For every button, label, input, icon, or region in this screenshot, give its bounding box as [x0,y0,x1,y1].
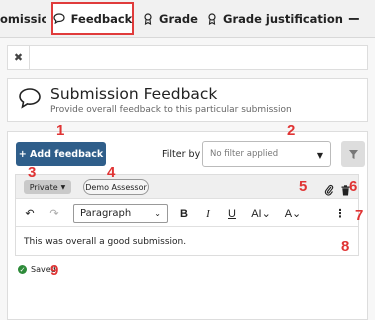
bold-button[interactable]: B [176,205,192,222]
filter-icon [348,149,358,159]
paperclip-icon[interactable] [324,181,334,200]
font-size-button[interactable]: AI⌄ [248,205,274,222]
chevron-down-icon: ▼ [60,183,66,191]
text-format-icon: A⌄ [284,208,302,220]
tab-bar: omission Feedback Grade Grade justificat… [0,0,375,38]
paragraph-style-value: Paragraph [80,208,132,219]
visibility-dropdown[interactable]: Private ▼ [24,180,71,194]
annotation-6: 6 [349,178,358,195]
italic-icon: I [206,207,210,220]
text-format-button[interactable]: A⌄ [280,205,306,222]
editor-toolbar: ↶ ↷ Paragraph ⌄ B I U AI⌄ A⌄ ⋮ [16,200,358,227]
annotation-9: 9 [50,262,59,279]
tab-grade-label: Grade [159,11,198,26]
check-circle-icon: ✓ [18,265,27,274]
vertical-ellipsis-icon: ⋮ [334,207,346,220]
more-options-button[interactable]: ⋮ [334,205,346,222]
visibility-label: Private [29,182,58,192]
chevron-down-icon: ⌄ [154,209,161,218]
annotation-5: 5 [299,178,308,195]
annotation-2: 2 [287,122,296,139]
comment-icon [18,87,42,113]
tab-grade-justification-label: Grade justification [223,11,343,26]
underline-icon: U [228,207,236,220]
page-subtitle: Provide overall feedback to this particu… [50,105,292,115]
award-icon [207,12,217,25]
tab-submission-label: omission [0,11,46,26]
tab-grade-justification[interactable]: Grade justification [207,0,343,37]
tab-submission[interactable]: omission [0,0,46,37]
tab-grade[interactable]: Grade [143,0,198,37]
header-card: Submission Feedback Provide overall feed… [7,78,368,122]
undo-button[interactable]: ↶ [22,205,38,222]
filter-select-value: No filter applied [210,149,279,159]
award-icon [143,12,153,25]
assessor-badge: Demo Assessor [83,179,149,195]
font-size-icon: AI⌄ [251,208,271,220]
feedback-panel: + Add feedback Filter by No filter appli… [7,131,368,320]
annotation-7: 7 [355,207,364,224]
minus-icon: − [347,9,361,28]
annotation-3: 3 [28,164,37,181]
tab-feedback-label: Feedback [70,11,133,26]
tab-feedback[interactable]: Feedback [51,2,134,35]
filter-button[interactable] [341,141,365,167]
close-icon: ✖ [13,51,24,64]
page-title: Submission Feedback [50,85,218,103]
undo-icon: ↶ [25,207,35,220]
comment-icon [53,13,65,24]
close-bar: ✖ [7,45,368,70]
annotation-1: 1 [56,122,65,139]
annotation-4: 4 [107,164,116,181]
filter-select[interactable]: No filter applied ▼ [202,141,331,167]
add-feedback-button[interactable]: + Add feedback [16,142,106,166]
feedback-editor[interactable]: This was overall a good submission. [24,237,186,247]
caret-down-icon: ▼ [316,151,323,160]
collapse-button[interactable]: − [333,0,375,37]
annotation-8: 8 [341,238,350,255]
close-button[interactable]: ✖ [8,46,30,69]
assessor-label: Demo Assessor [85,182,147,192]
bold-icon: B [180,207,188,220]
redo-button[interactable]: ↷ [46,205,62,222]
redo-icon: ↷ [49,207,59,220]
italic-button[interactable]: I [200,205,216,222]
paragraph-style-select[interactable]: Paragraph ⌄ [73,204,168,223]
filter-label: Filter by [162,149,201,160]
feedback-item: Private ▼ Demo Assessor ↶ ↷ Paragraph ⌄ … [15,174,359,256]
underline-button[interactable]: U [224,205,240,222]
